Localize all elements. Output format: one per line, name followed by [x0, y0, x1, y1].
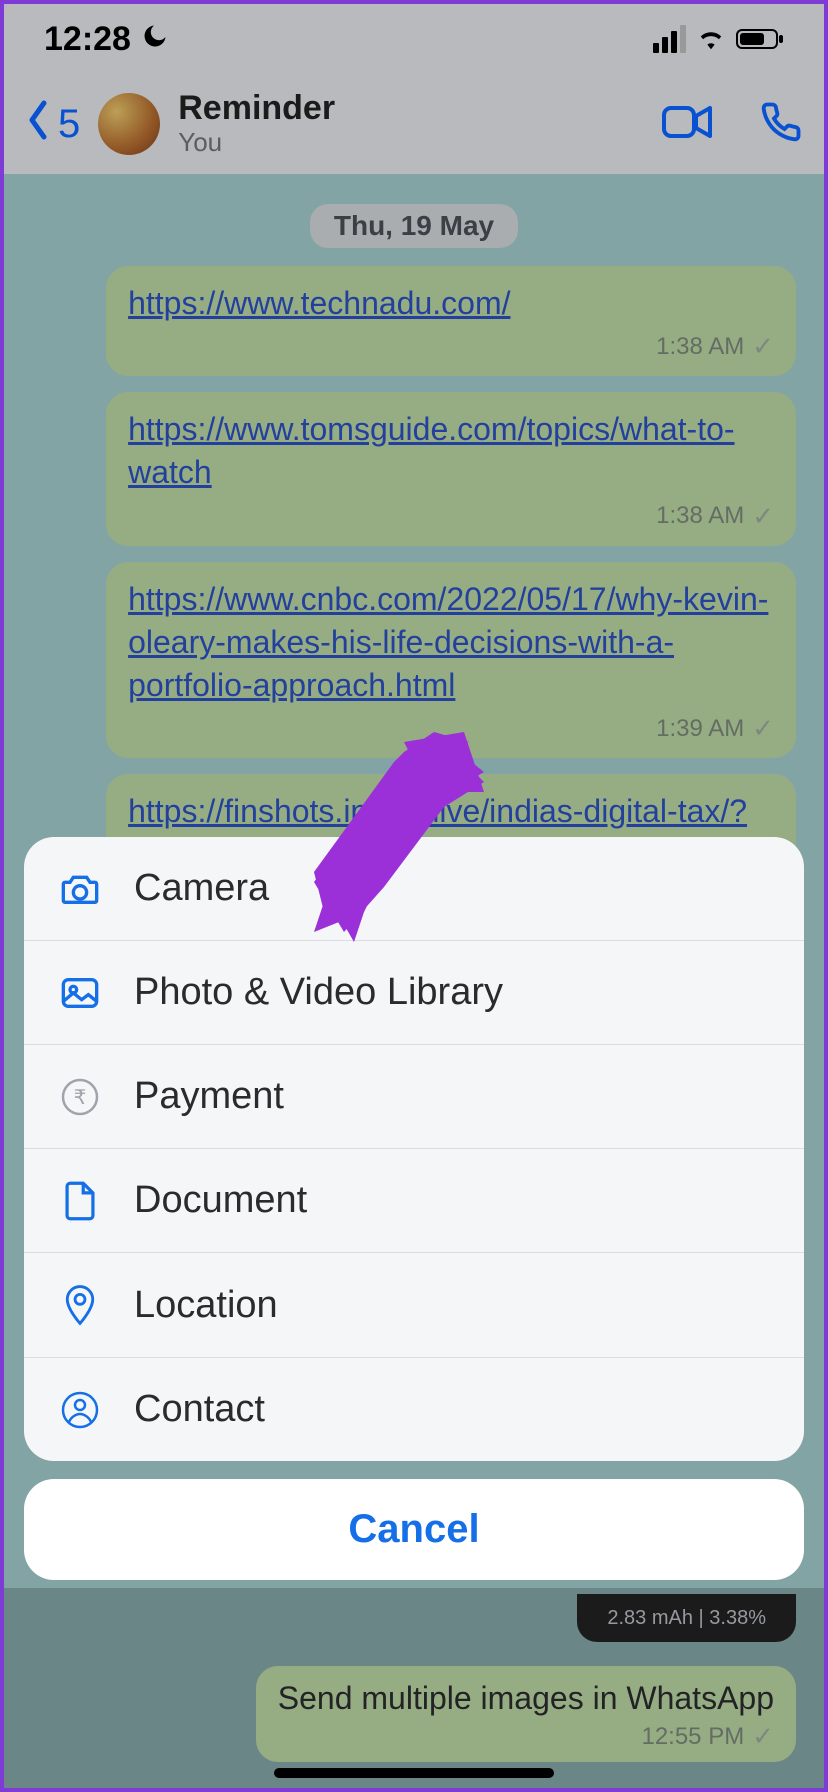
attachment-camera[interactable]: Camera	[24, 837, 804, 940]
home-indicator	[274, 1768, 554, 1778]
chat-area-lower: 2.83 mAh | 3.38% Send multiple images in…	[4, 1588, 824, 1788]
row-label: Contact	[134, 1388, 265, 1431]
row-label: Payment	[134, 1075, 284, 1118]
camera-icon	[58, 872, 102, 906]
attachment-payment[interactable]: ₹ Payment	[24, 1044, 804, 1148]
rupee-icon: ₹	[58, 1077, 102, 1117]
attachment-photo-video[interactable]: Photo & Video Library	[24, 940, 804, 1044]
cancel-button[interactable]: Cancel	[24, 1479, 804, 1580]
modal-backdrop-lower	[4, 1588, 824, 1788]
document-icon	[58, 1180, 102, 1222]
attachment-location[interactable]: Location	[24, 1252, 804, 1357]
row-label: Camera	[134, 867, 269, 910]
attachment-document[interactable]: Document	[24, 1148, 804, 1252]
photo-library-icon	[58, 976, 102, 1010]
attachment-contact[interactable]: Contact	[24, 1357, 804, 1461]
location-pin-icon	[58, 1283, 102, 1327]
row-label: Location	[134, 1284, 278, 1327]
cancel-label: Cancel	[348, 1507, 479, 1551]
svg-text:₹: ₹	[74, 1087, 87, 1109]
contact-icon	[58, 1390, 102, 1430]
row-label: Photo & Video Library	[134, 971, 503, 1014]
row-label: Document	[134, 1179, 307, 1222]
attachment-action-sheet: Camera Photo & Video Library ₹ Payment D…	[24, 837, 804, 1580]
